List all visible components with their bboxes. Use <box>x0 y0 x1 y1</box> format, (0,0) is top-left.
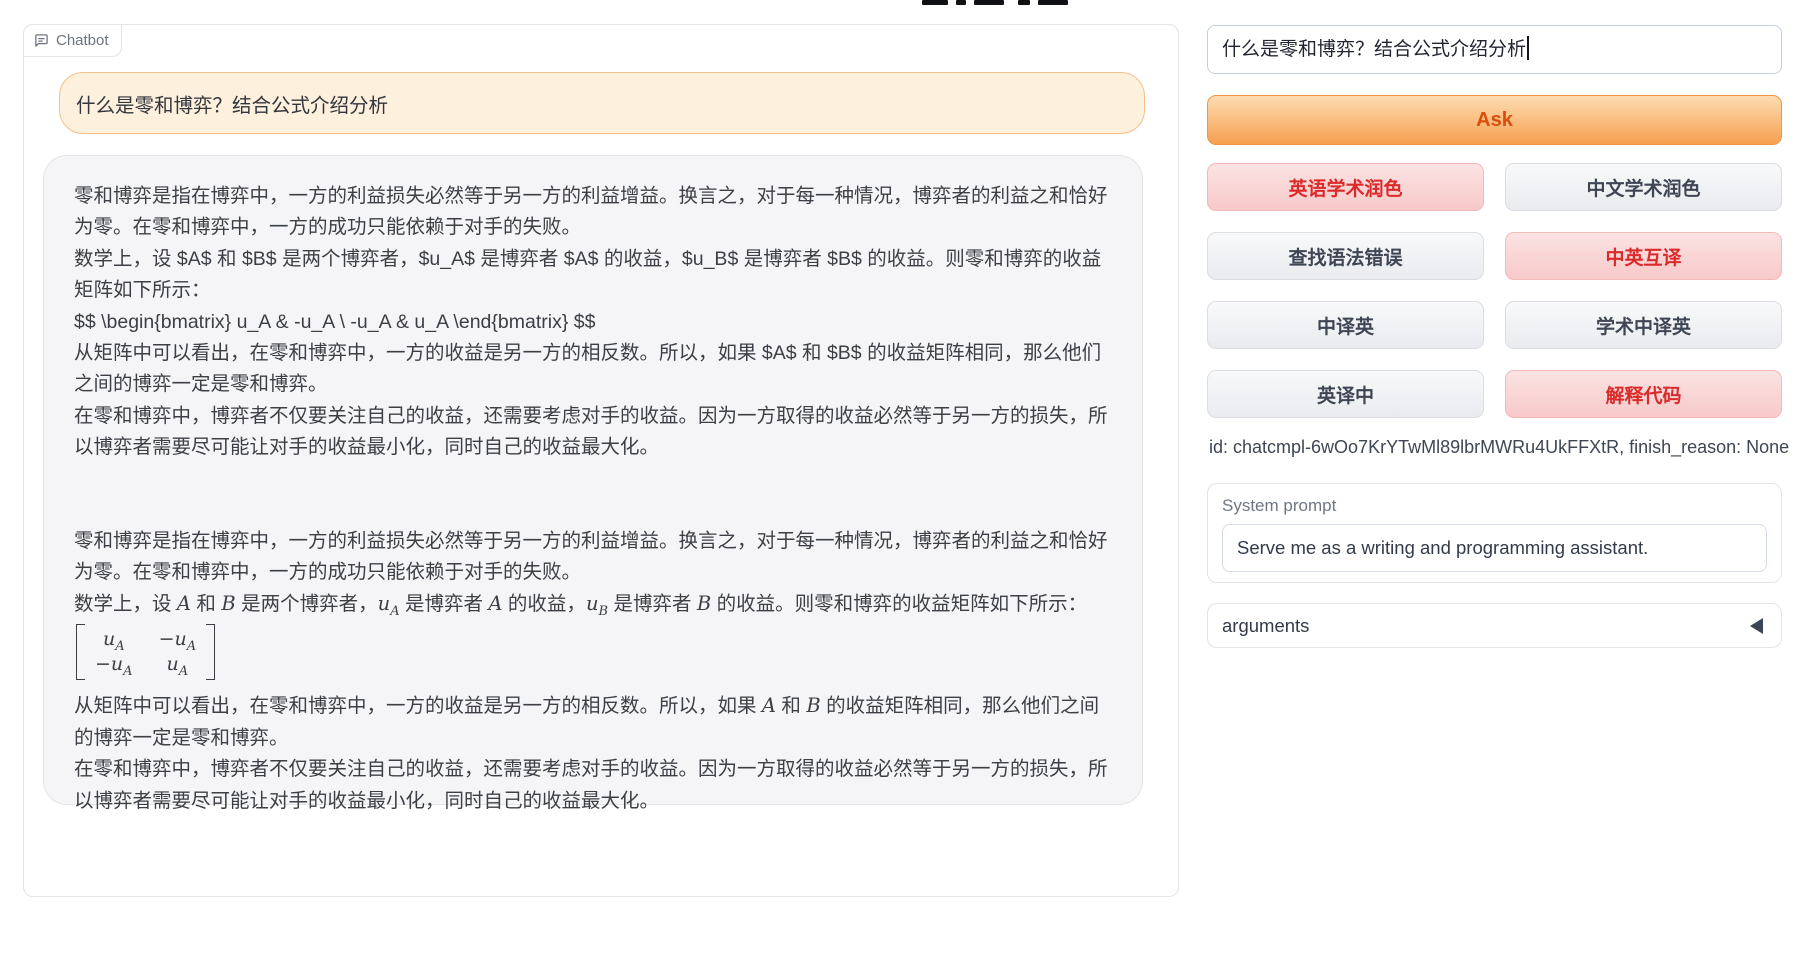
response-status-line: id: chatcmpl-6wOo7KrYTwMl89lbrMWRu4UkFFX… <box>1209 437 1784 458</box>
accordion-collapse-arrow-icon[interactable] <box>1750 618 1763 634</box>
math-var: B <box>221 592 235 615</box>
bot-paragraph: 零和博弈是指在博弈中，一方的利益损失必然等于另一方的利益增益。换言之，对于每一种… <box>74 526 1112 589</box>
bot-paragraph: 在零和博弈中，博弈者不仅要关注自己的收益，还需要考虑对手的收益。因为一方取得的收… <box>74 401 1112 464</box>
quick-action-find-grammar-errors-button[interactable]: 查找语法错误 <box>1207 232 1484 280</box>
math-var: u <box>378 592 391 615</box>
math-var: A <box>488 592 502 615</box>
matrix-cell: uA <box>167 652 189 677</box>
chatbot-label: Chatbot <box>23 24 122 57</box>
bot-paragraph-math: 从矩阵中可以看出，在零和博弈中，一方的收益是另一方的相反数。所以，如果 A 和 … <box>74 690 1112 754</box>
quick-action-zh-en-mutual-translate-button[interactable]: 中英互译 <box>1505 232 1782 280</box>
clipped-heading-fragment <box>922 0 1082 6</box>
matrix-right-bracket <box>206 624 215 680</box>
quick-action-zh-to-en-button[interactable]: 中译英 <box>1207 301 1484 349</box>
system-prompt-input[interactable]: Serve me as a writing and programming as… <box>1222 524 1767 572</box>
bot-paragraph-math: 数学上，设 A 和 B 是两个博弈者，uA 是博弈者 A 的收益，uB 是博弈者… <box>74 588 1112 620</box>
math-var: A <box>762 694 776 717</box>
system-prompt-group: System prompt Serve me as a writing and … <box>1207 483 1782 583</box>
chat-bubble-icon <box>34 33 49 48</box>
system-prompt-label: System prompt <box>1222 496 1781 516</box>
math-var: B <box>806 694 820 717</box>
math-var: A <box>177 592 191 615</box>
section-gap <box>74 464 1112 526</box>
quick-action-chinese-polish-button[interactable]: 中文学术润色 <box>1505 163 1782 211</box>
bot-paragraph: 零和博弈是指在博弈中，一方的利益损失必然等于另一方的利益增益。换言之，对于每一种… <box>74 181 1112 244</box>
matrix-cell: −uA <box>95 652 133 677</box>
ask-button[interactable]: Ask <box>1207 95 1782 145</box>
bot-latex-source: $$ \begin{bmatrix} u_A & -u_A \ -u_A & u… <box>74 307 1112 338</box>
quick-action-en-to-zh-button[interactable]: 英译中 <box>1207 370 1484 418</box>
quick-action-english-polish-button[interactable]: 英语学术润色 <box>1207 163 1484 211</box>
arguments-accordion[interactable]: arguments <box>1207 603 1782 648</box>
bot-paragraph: 从矩阵中可以看出，在零和博弈中，一方的收益是另一方的相反数。所以，如果 $A$ … <box>74 338 1112 401</box>
quick-action-academic-zh-to-en-button[interactable]: 学术中译英 <box>1505 301 1782 349</box>
math-var: B <box>697 592 711 615</box>
question-input[interactable]: 什么是零和博弈？结合公式介绍分析 <box>1207 25 1782 74</box>
user-message-text: 什么是零和博弈？结合公式介绍分析 <box>76 89 388 118</box>
arguments-accordion-label: arguments <box>1222 615 1309 637</box>
matrix-left-bracket <box>76 624 85 680</box>
bot-paragraph: 数学上，设 $A$ 和 $B$ 是两个博弈者，$u_A$ 是博弈者 $A$ 的收… <box>74 244 1112 307</box>
chatbot-label-text: Chatbot <box>56 32 109 49</box>
payoff-matrix: uA −uA −uA uA <box>76 624 215 680</box>
question-input-value: 什么是零和博弈？结合公式介绍分析 <box>1222 39 1526 60</box>
quick-action-explain-code-button[interactable]: 解释代码 <box>1505 370 1782 418</box>
math-var: u <box>586 592 599 615</box>
bot-message-bubble: 零和博弈是指在博弈中，一方的利益损失必然等于另一方的利益增益。换言之，对于每一种… <box>43 155 1143 805</box>
matrix-cell: uA <box>103 627 125 652</box>
chatbot-panel: Chatbot 什么是零和博弈？结合公式介绍分析 零和博弈是指在博弈中，一方的利… <box>23 24 1179 897</box>
matrix-cell: −uA <box>159 627 197 652</box>
text-cursor <box>1527 36 1529 60</box>
user-message-bubble: 什么是零和博弈？结合公式介绍分析 <box>59 72 1145 134</box>
bot-paragraph: 在零和博弈中，博弈者不仅要关注自己的收益，还需要考虑对手的收益。因为一方取得的收… <box>74 754 1112 817</box>
